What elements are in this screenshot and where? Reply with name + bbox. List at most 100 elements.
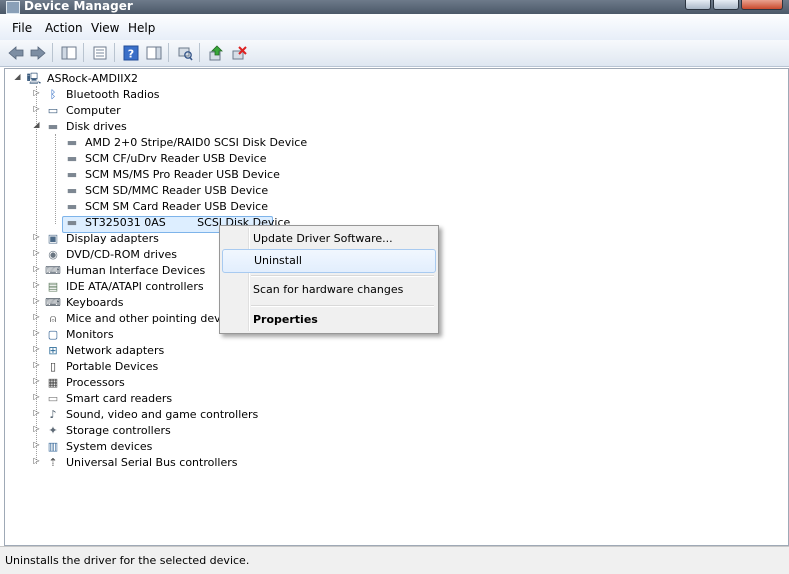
hid-icon: ⌨ — [45, 264, 61, 277]
expander-icon[interactable]: ◢ — [13, 72, 22, 81]
expander-icon[interactable]: ▷ — [32, 104, 41, 113]
expander-icon[interactable]: ▷ — [32, 344, 41, 353]
ide-controller-icon: ▤ — [47, 280, 59, 293]
expander-icon[interactable]: ▷ — [32, 376, 41, 385]
tree-category-item[interactable]: Universal Serial Bus controllers — [66, 455, 237, 471]
keyboard-icon: ⌨ — [45, 296, 61, 309]
tree-device-item[interactable]: SCM SD/MMC Reader USB Device — [85, 183, 268, 199]
menu-view[interactable]: View — [91, 21, 119, 35]
minimize-button[interactable] — [685, 0, 711, 10]
expander-icon[interactable]: ▷ — [32, 232, 41, 241]
back-icon[interactable] — [7, 44, 24, 61]
properties-icon[interactable] — [91, 44, 108, 61]
menu-item-label: Update Driver Software... — [253, 232, 393, 245]
tree-device-item[interactable]: SCM CF/uDrv Reader USB Device — [85, 151, 266, 167]
menu-properties[interactable]: Properties — [222, 309, 436, 331]
tree-category-item[interactable]: Keyboards — [66, 295, 123, 311]
system-devices-icon: ▥ — [47, 440, 59, 453]
computer-icon: ▭ — [47, 104, 59, 117]
menu-item-label: Uninstall — [254, 254, 302, 267]
context-menu: Update Driver Software... Uninstall Scan… — [219, 225, 439, 334]
tree-category-item[interactable]: Network adapters — [66, 343, 164, 359]
show-hide-console-tree-icon[interactable] — [60, 44, 77, 61]
disk-drive-icon: ▬ — [66, 216, 78, 229]
menu-bar: File Action View Help — [0, 14, 789, 41]
tree-category-item[interactable]: Display adapters — [66, 231, 159, 247]
expander-icon[interactable]: ▷ — [32, 456, 41, 465]
menu-action[interactable]: Action — [45, 21, 83, 35]
tree-category-item[interactable]: Sound, video and game controllers — [66, 407, 258, 423]
disk-drive-icon: ▬ — [66, 184, 78, 197]
update-driver-icon[interactable] — [207, 44, 224, 61]
expander-icon[interactable]: ▷ — [32, 296, 41, 305]
disk-drive-icon: ▬ — [66, 152, 78, 165]
expander-icon[interactable]: ▷ — [32, 424, 41, 433]
expander-icon[interactable]: ▷ — [32, 392, 41, 401]
menu-help[interactable]: Help — [128, 21, 155, 35]
network-adapter-icon: ⊞ — [48, 344, 58, 357]
tree-category-item[interactable]: Smart card readers — [66, 391, 172, 407]
menu-scan-for-hardware-changes[interactable]: Scan for hardware changes — [222, 279, 436, 301]
expander-icon[interactable]: ▷ — [32, 264, 41, 273]
disk-drive-icon: ▬ — [66, 136, 78, 149]
expander-icon[interactable]: ▷ — [32, 88, 41, 97]
storage-controller-icon: ✦ — [48, 424, 58, 437]
tree-category-item[interactable]: Portable Devices — [66, 359, 158, 375]
menu-uninstall[interactable]: Uninstall — [222, 249, 436, 273]
scan-hardware-icon[interactable] — [176, 44, 193, 61]
smart-card-reader-icon: ▭ — [47, 392, 59, 405]
expander-icon[interactable]: ▷ — [32, 408, 41, 417]
tree-category-item[interactable]: Processors — [66, 375, 125, 391]
menu-update-driver-software[interactable]: Update Driver Software... — [222, 228, 436, 250]
tree-category-item[interactable]: System devices — [66, 439, 152, 455]
uninstall-icon[interactable] — [230, 44, 247, 61]
show-action-pane-icon[interactable] — [145, 44, 162, 61]
usb-icon: ⇡ — [48, 456, 58, 469]
window-title: Device Manager — [24, 0, 133, 13]
display-adapter-icon: ▣ — [47, 232, 59, 245]
disk-drive-icon: ▬ — [47, 120, 59, 133]
tree-device-item[interactable]: AMD 2+0 Stripe/RAID0 SCSI Disk Device — [85, 135, 307, 151]
expander-icon[interactable]: ▷ — [32, 312, 41, 321]
disk-drive-icon: ▬ — [66, 200, 78, 213]
expander-icon[interactable]: ◢ — [32, 120, 41, 129]
expander-icon[interactable]: ▷ — [32, 328, 41, 337]
disk-drive-icon: ▬ — [66, 168, 78, 181]
tree-category-item[interactable]: Storage controllers — [66, 423, 171, 439]
svg-text:?: ? — [127, 47, 133, 60]
tree-category-item[interactable]: Disk drives — [66, 119, 127, 135]
processor-icon: ▦ — [47, 376, 59, 389]
title-bar[interactable]: Device Manager — [0, 0, 789, 14]
tree-category-item[interactable]: Mice and other pointing devices — [66, 311, 242, 327]
expander-icon[interactable]: ▷ — [32, 248, 41, 257]
portable-device-icon: ▯ — [49, 360, 57, 373]
tree-category-item[interactable]: Human Interface Devices — [66, 263, 205, 279]
tree-device-item[interactable]: SCM SM Card Reader USB Device — [85, 199, 268, 215]
tree-category-item[interactable]: IDE ATA/ATAPI controllers — [66, 279, 204, 295]
tree-category-item[interactable]: Monitors — [66, 327, 114, 343]
maximize-button[interactable] — [713, 0, 739, 10]
status-text: Uninstalls the driver for the selected d… — [5, 554, 250, 567]
tree-device-item[interactable]: SCM MS/MS Pro Reader USB Device — [85, 167, 280, 183]
forward-icon[interactable] — [29, 44, 46, 61]
status-bar: Uninstalls the driver for the selected d… — [0, 546, 789, 574]
menu-file[interactable]: File — [12, 21, 32, 35]
expander-icon[interactable]: ▷ — [32, 280, 41, 289]
dvd-drive-icon: ◉ — [48, 248, 58, 261]
tree-category-item[interactable]: Bluetooth Radios — [66, 87, 160, 103]
monitor-icon: ▢ — [47, 328, 59, 341]
mouse-icon: ⍝ — [49, 312, 57, 325]
menu-item-label: Properties — [253, 313, 318, 326]
tree-category-item[interactable]: Computer — [66, 103, 121, 119]
close-button[interactable] — [741, 0, 783, 10]
help-icon[interactable]: ? — [122, 44, 139, 61]
expander-icon[interactable]: ▷ — [32, 360, 41, 369]
tree-root-label[interactable]: ASRock-AMDIIX2 — [47, 71, 138, 87]
menu-item-label: Scan for hardware changes — [253, 283, 404, 296]
computer-root-icon: 🖳 — [26, 72, 42, 85]
sound-icon: ♪ — [49, 408, 57, 421]
expander-icon[interactable]: ▷ — [32, 440, 41, 449]
tree-category-item[interactable]: DVD/CD-ROM drives — [66, 247, 177, 263]
bluetooth-icon: ᛒ — [49, 88, 57, 101]
toolbar: ? — [0, 40, 789, 67]
